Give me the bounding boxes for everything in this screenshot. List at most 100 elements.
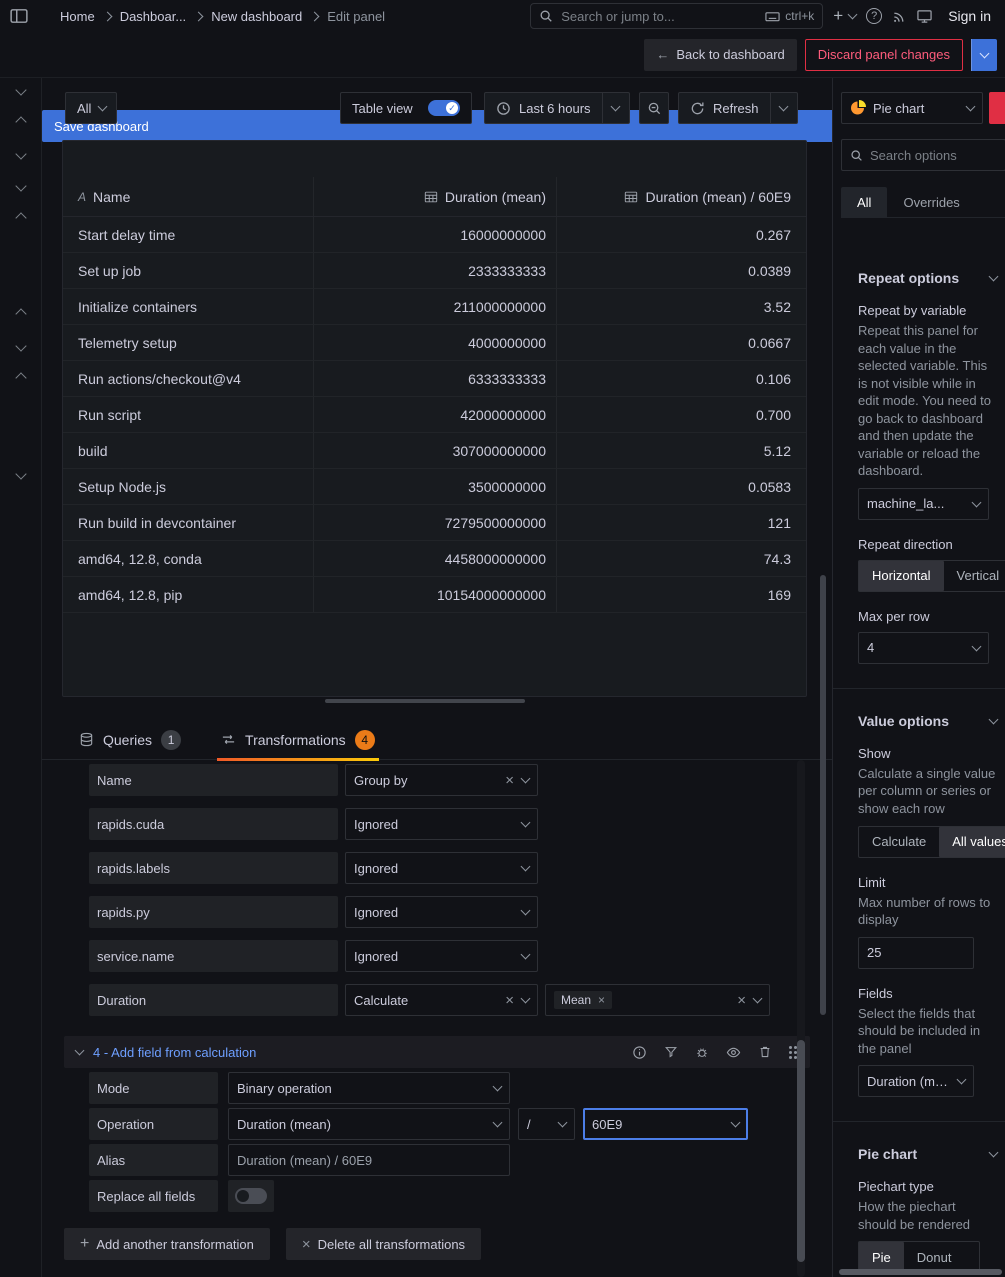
chevron-down-icon [521, 906, 531, 916]
operator-select[interactable]: / [518, 1108, 575, 1140]
options-search-input[interactable] [870, 148, 997, 163]
table-row: amd64, 12.8, pip 10154000000000 169 [63, 577, 806, 613]
options-search[interactable] [841, 139, 1005, 171]
save-dashboard-group: Save dashboard [971, 39, 997, 71]
replace-all-fields-box [228, 1180, 274, 1212]
tab-overrides[interactable]: Overrides [887, 187, 975, 217]
chevron-up-icon[interactable] [15, 308, 26, 319]
tab-all[interactable]: All [841, 187, 887, 217]
clear-icon[interactable]: × [505, 773, 514, 788]
selected-option-chip: Mean × [554, 991, 612, 1009]
clear-icon[interactable]: × [737, 993, 746, 1008]
breadcrumb-dashboards[interactable]: Dashboar... [120, 9, 187, 24]
tab-queries[interactable]: Queries 1 [75, 720, 185, 760]
visualization-picker[interactable]: Pie chart [841, 92, 983, 124]
transformation-header[interactable]: 4 - Add field from calculation [64, 1036, 810, 1068]
page-scrollbar[interactable] [820, 575, 826, 1015]
chevron-down-icon [753, 994, 763, 1004]
field-operation-select[interactable]: Ignored [345, 852, 538, 884]
trash-icon[interactable] [758, 1045, 772, 1059]
time-range-button[interactable]: Last 6 hours [484, 92, 603, 124]
column-header-ratio[interactable]: Duration (mean) / 60E9 [557, 177, 806, 216]
sidebar-toggle-icon[interactable] [10, 7, 28, 25]
breadcrumb-new-dashboard[interactable]: New dashboard [211, 9, 302, 24]
chevron-down-icon [989, 714, 999, 724]
display-icon[interactable] [917, 9, 932, 24]
back-to-dashboard-button[interactable]: ← Back to dashboard [644, 39, 796, 71]
global-search-input[interactable] [561, 9, 757, 24]
search-icon [539, 9, 553, 23]
calculated-field-icon [624, 190, 638, 204]
field-operation-select[interactable]: Calculate × [345, 984, 538, 1016]
chevron-down-icon[interactable] [15, 340, 26, 351]
save-dashboard-caret-button[interactable] [971, 39, 997, 71]
chevron-down-icon[interactable] [15, 84, 26, 95]
clear-icon[interactable]: × [505, 993, 514, 1008]
section-pie-chart[interactable]: Pie chart [858, 1146, 997, 1162]
section-repeat-options[interactable]: Repeat options [858, 270, 997, 286]
section-value-options[interactable]: Value options [858, 713, 997, 729]
new-menu-button[interactable]: + [833, 6, 856, 26]
tab-transformations[interactable]: Transformations 4 [217, 720, 379, 760]
column-header-name[interactable]: A Name [63, 177, 314, 216]
help-icon[interactable]: ? [866, 8, 882, 24]
alias-input[interactable] [228, 1144, 510, 1176]
panel-edit-actions: ← Back to dashboard Discard panel change… [0, 32, 1005, 78]
info-icon[interactable] [632, 1045, 647, 1060]
direction-horizontal-option[interactable]: Horizontal [859, 561, 944, 591]
calc-functions-select[interactable]: Mean × × [545, 984, 770, 1016]
field-operation-select[interactable]: Group by × [345, 764, 538, 796]
global-search[interactable]: ctrl+k [530, 3, 823, 29]
chevron-up-icon[interactable] [15, 116, 26, 127]
field-operation-select[interactable]: Ignored [345, 940, 538, 972]
transform-field-row: rapids.cuda Ignored [89, 808, 832, 840]
horizontal-scrollbar[interactable] [325, 699, 525, 703]
replace-all-fields-toggle[interactable] [235, 1188, 267, 1204]
pie-option[interactable]: Pie [859, 1242, 904, 1272]
add-transformation-button[interactable]: + Add another transformation [64, 1228, 270, 1260]
field-operation-select[interactable]: Ignored [345, 896, 538, 928]
chevron-up-icon[interactable] [15, 212, 26, 223]
field-operation-select[interactable]: Ignored [345, 808, 538, 840]
direction-vertical-option[interactable]: Vertical [944, 561, 1005, 591]
piechart-type-desc: How the piechart should be rendered [858, 1198, 997, 1233]
red-indicator[interactable] [989, 92, 1005, 124]
chevron-down-icon [966, 102, 976, 112]
zoom-out-button[interactable] [639, 92, 669, 124]
show-calculate-option[interactable]: Calculate [859, 827, 939, 857]
time-range-caret-button[interactable] [602, 92, 630, 124]
max-per-row-select[interactable]: 4 [858, 632, 989, 664]
remove-chip-icon[interactable]: × [598, 994, 605, 1006]
discard-panel-button[interactable]: Discard panel changes [805, 39, 963, 71]
table-row: Telemetry setup 4000000000 0.0667 [63, 325, 806, 361]
sign-in-link[interactable]: Sign in [948, 8, 991, 24]
refresh-button[interactable]: Refresh [678, 92, 771, 124]
eye-icon[interactable] [726, 1045, 741, 1060]
repeat-variable-select[interactable]: machine_la... [858, 488, 989, 520]
table-view-toggle[interactable]: ✓ [428, 100, 460, 116]
chevron-down-icon[interactable] [15, 468, 26, 479]
donut-option[interactable]: Donut [904, 1242, 965, 1272]
operation-right-select[interactable]: 60E9 [583, 1108, 748, 1140]
show-all-values-option[interactable]: All values [939, 827, 1005, 857]
refresh-interval-caret-button[interactable] [770, 92, 798, 124]
close-icon: × [302, 1237, 311, 1252]
delete-all-transformations-button[interactable]: × Delete all transformations [286, 1228, 481, 1260]
chevron-up-icon[interactable] [15, 372, 26, 383]
chevron-down-icon[interactable] [15, 148, 26, 159]
chevron-down-icon[interactable] [15, 180, 26, 191]
limit-input[interactable] [858, 937, 974, 969]
operation-left-select[interactable]: Duration (mean) [228, 1108, 510, 1140]
debug-icon[interactable] [695, 1045, 709, 1059]
plus-icon: + [80, 1235, 89, 1253]
scope-select[interactable]: All [65, 92, 117, 124]
news-icon[interactable] [892, 9, 907, 24]
keyboard-icon [765, 9, 780, 24]
transformations-scrollbar[interactable] [797, 760, 805, 1277]
fields-select[interactable]: Duration (me... [858, 1065, 974, 1097]
breadcrumb-home[interactable]: Home [60, 9, 95, 24]
mode-select[interactable]: Binary operation [228, 1072, 510, 1104]
options-horizontal-scrollbar[interactable] [839, 1269, 1002, 1275]
column-header-duration[interactable]: Duration (mean) [314, 177, 557, 216]
filter-icon[interactable] [664, 1045, 678, 1059]
